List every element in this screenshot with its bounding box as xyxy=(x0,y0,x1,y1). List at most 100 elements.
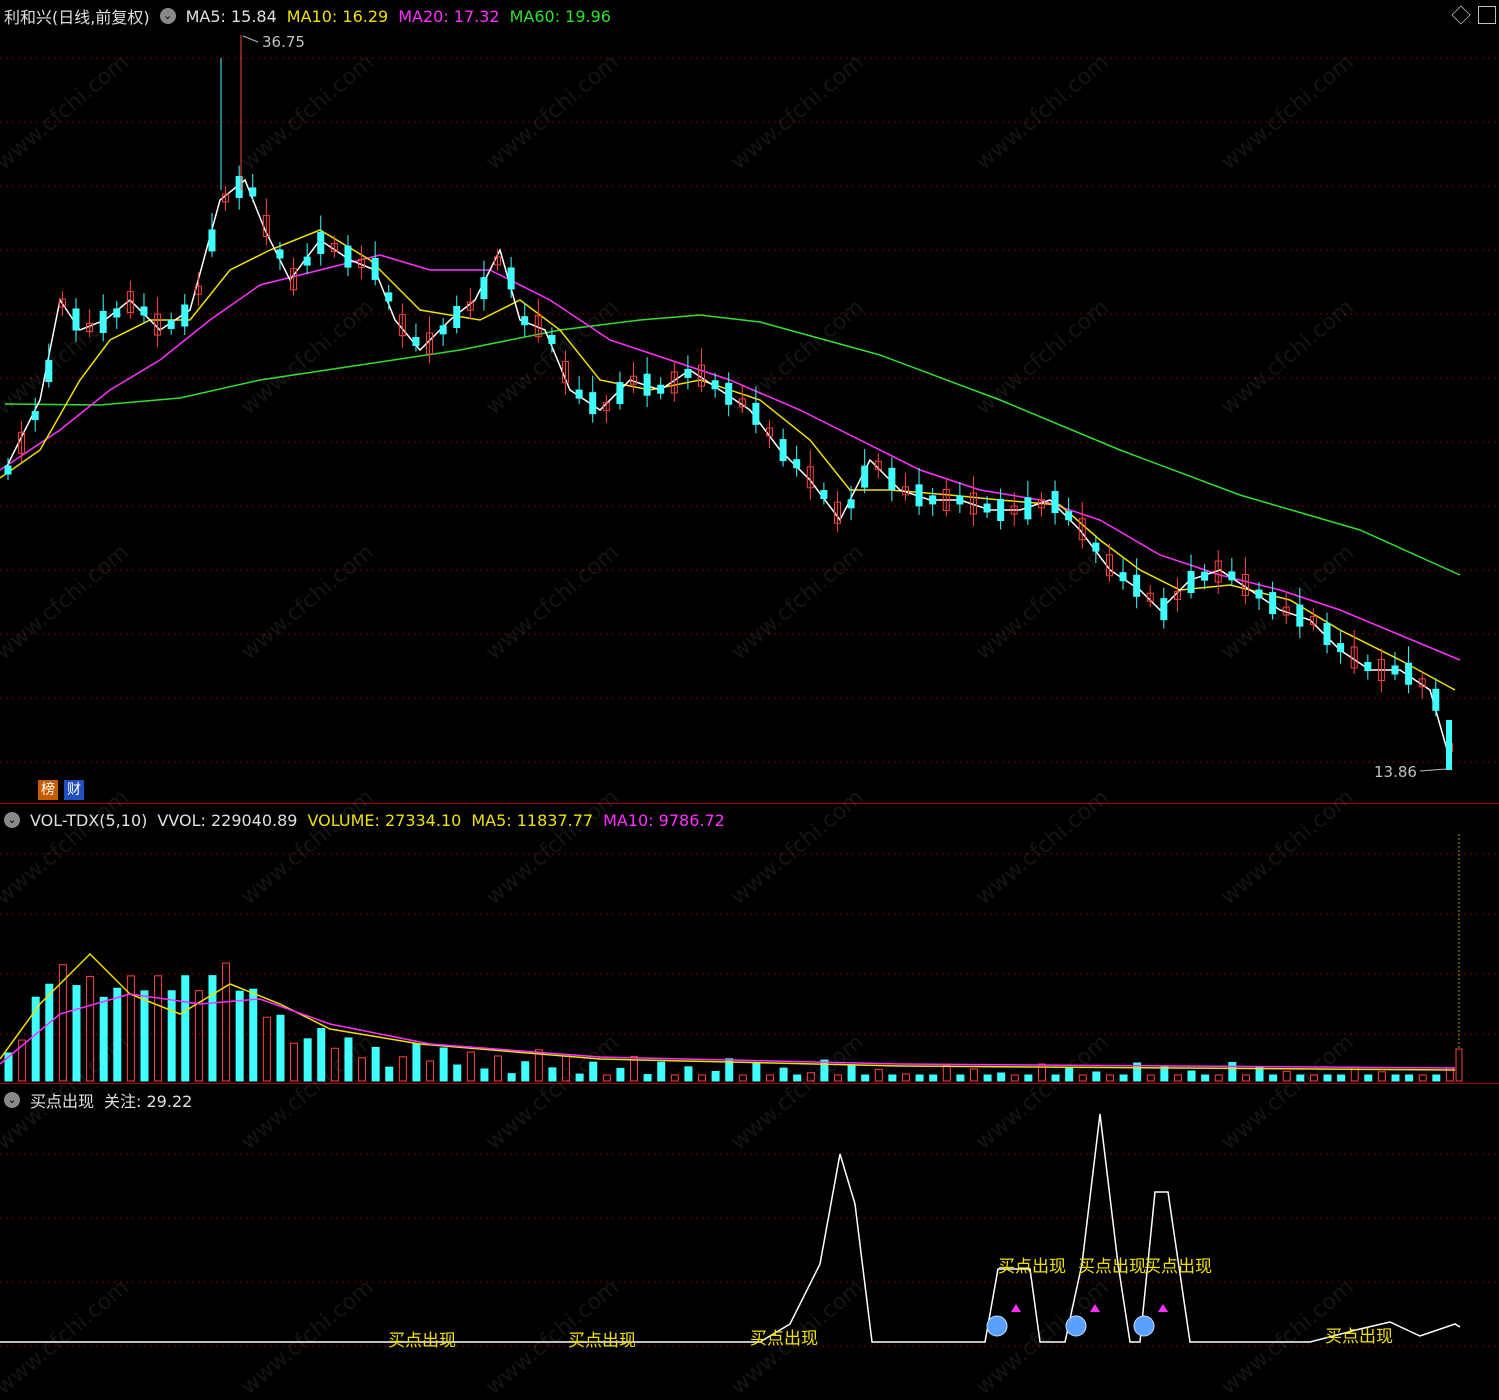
volume-bar xyxy=(1455,1048,1463,1082)
candle-body xyxy=(1092,542,1100,552)
low-price-label: 13.86 xyxy=(1374,763,1417,781)
candle-body xyxy=(1160,598,1168,621)
candle-body xyxy=(72,308,80,331)
ranking-badge[interactable]: 榜 xyxy=(38,780,58,800)
volume-bar xyxy=(1391,1074,1400,1082)
candle-body xyxy=(1432,688,1440,711)
volume-bar xyxy=(1418,1074,1427,1082)
candle-body xyxy=(1228,571,1236,581)
window-restore-icon[interactable] xyxy=(1478,6,1496,24)
volume-panel[interactable]: ⌄ VOL-TDX(5,10) VVOL: 229040.89 VOLUME: … xyxy=(0,803,1499,1084)
volume-bar xyxy=(86,975,95,1082)
candle-body xyxy=(1187,570,1195,593)
volume-bar xyxy=(833,1074,842,1082)
stock-title: 利和兴(日线,前复权) xyxy=(4,8,150,27)
volume-bar xyxy=(562,1055,571,1082)
ma60-value: MA60: 19.96 xyxy=(509,6,611,26)
candle-body xyxy=(1065,511,1073,521)
signal-indicator-name[interactable]: 买点出现 xyxy=(30,1088,94,1112)
volume-bar xyxy=(466,1051,475,1082)
volume-bar xyxy=(738,1074,747,1082)
volume-bar xyxy=(412,1043,421,1082)
volume-bar xyxy=(72,985,81,1082)
high-price-label: 36.75 xyxy=(262,33,305,51)
volume-bar xyxy=(752,1062,761,1082)
volume-bar xyxy=(1119,1074,1128,1082)
buy-signal-label: 买点出现 xyxy=(1325,1327,1393,1347)
candle-body xyxy=(317,231,325,254)
info-badges: 榜 财 xyxy=(38,780,84,800)
diamond-icon[interactable] xyxy=(1451,5,1471,25)
volume-bar xyxy=(235,990,244,1082)
up-triangle-icon xyxy=(1090,1304,1100,1312)
volume-bar xyxy=(1323,1074,1332,1082)
dropdown-icon[interactable]: ⌄ xyxy=(4,812,20,828)
candle-body xyxy=(1133,574,1141,597)
volume-bar xyxy=(113,987,122,1082)
candle-body xyxy=(249,187,257,197)
candle-body xyxy=(793,459,801,469)
candle-body xyxy=(439,325,447,335)
candle-body xyxy=(1391,665,1399,675)
candle-body xyxy=(575,389,583,399)
volume-bar xyxy=(1092,1071,1101,1082)
candle-body xyxy=(521,316,529,326)
candle-body xyxy=(167,320,175,330)
up-triangle-icon xyxy=(1011,1304,1021,1312)
volume-bar xyxy=(99,996,108,1082)
candle-body xyxy=(643,373,651,396)
volume-indicator-name[interactable]: VOL-TDX(5,10) xyxy=(30,811,147,830)
volume-bar xyxy=(820,1059,829,1082)
volume-bar xyxy=(602,1074,611,1082)
candle-body xyxy=(847,499,855,509)
volume-bar xyxy=(888,1074,897,1082)
signal-panel[interactable]: 买点出现 买点出现 买点出现 买点出现 买点出现 买点出现 买点出现 ⌄ 买点出现 关注: … xyxy=(0,1083,1499,1350)
volume-bar xyxy=(140,990,149,1082)
volume-bar xyxy=(1010,1074,1019,1082)
volume-bar xyxy=(1432,1074,1441,1082)
volume-bar xyxy=(929,1074,938,1082)
volume-bar xyxy=(385,1066,394,1082)
candle-body xyxy=(861,465,869,488)
candle-body xyxy=(371,257,379,280)
volume-chart[interactable] xyxy=(0,804,1499,1084)
volume-bar xyxy=(1024,1074,1033,1082)
finance-badge[interactable]: 财 xyxy=(64,780,84,800)
candle-body xyxy=(1119,572,1127,582)
candle-body xyxy=(1201,571,1209,581)
buy-signal-label: 买点出现 xyxy=(750,1329,818,1349)
volume-bar xyxy=(793,1074,802,1082)
candle-body xyxy=(929,495,937,505)
volume-bar xyxy=(398,1056,407,1082)
candle-body xyxy=(1364,662,1372,672)
volume-bar xyxy=(208,975,217,1082)
candlestick-chart[interactable]: 36.75 13.86 xyxy=(0,0,1499,803)
volume-bar xyxy=(303,1038,312,1082)
price-chart-panel[interactable]: 36.75 13.86 利和兴(日线,前复权) ⌄ MA5: 15.84 MA10… xyxy=(0,0,1499,803)
signal-chart[interactable]: 买点出现 买点出现 买点出现买点出现 买点出现买点出现买点出现 xyxy=(0,1084,1499,1350)
volume-bar xyxy=(1269,1074,1278,1082)
ma20-line xyxy=(0,254,1461,661)
volume-bar xyxy=(1065,1067,1074,1082)
candle-body xyxy=(1269,592,1277,615)
volume-bar xyxy=(969,1068,978,1082)
dropdown-icon[interactable]: ⌄ xyxy=(159,8,176,24)
volume-value: VOLUME: 27334.10 xyxy=(307,810,462,830)
candle-body xyxy=(344,245,352,268)
candle-body xyxy=(99,310,107,333)
volume-panel-header: ⌄ VOL-TDX(5,10) VVOL: 229040.89 VOLUME: … xyxy=(4,809,725,831)
volume-bar xyxy=(956,1074,965,1082)
signal-panel-header: ⌄ 买点出现 关注: 29.22 xyxy=(4,1089,192,1111)
volume-bar xyxy=(575,1073,584,1082)
candle-body xyxy=(1296,604,1304,627)
window-controls xyxy=(1451,5,1496,25)
candle-body xyxy=(779,439,787,462)
high-arrow xyxy=(242,35,259,43)
dropdown-icon[interactable]: ⌄ xyxy=(4,1092,20,1108)
volume-bar xyxy=(643,1074,652,1082)
volume-bar xyxy=(1377,1071,1386,1082)
volume-bar xyxy=(439,1047,448,1082)
candle-body xyxy=(303,256,311,266)
candle-body xyxy=(412,337,420,347)
candle-body xyxy=(1323,623,1331,646)
